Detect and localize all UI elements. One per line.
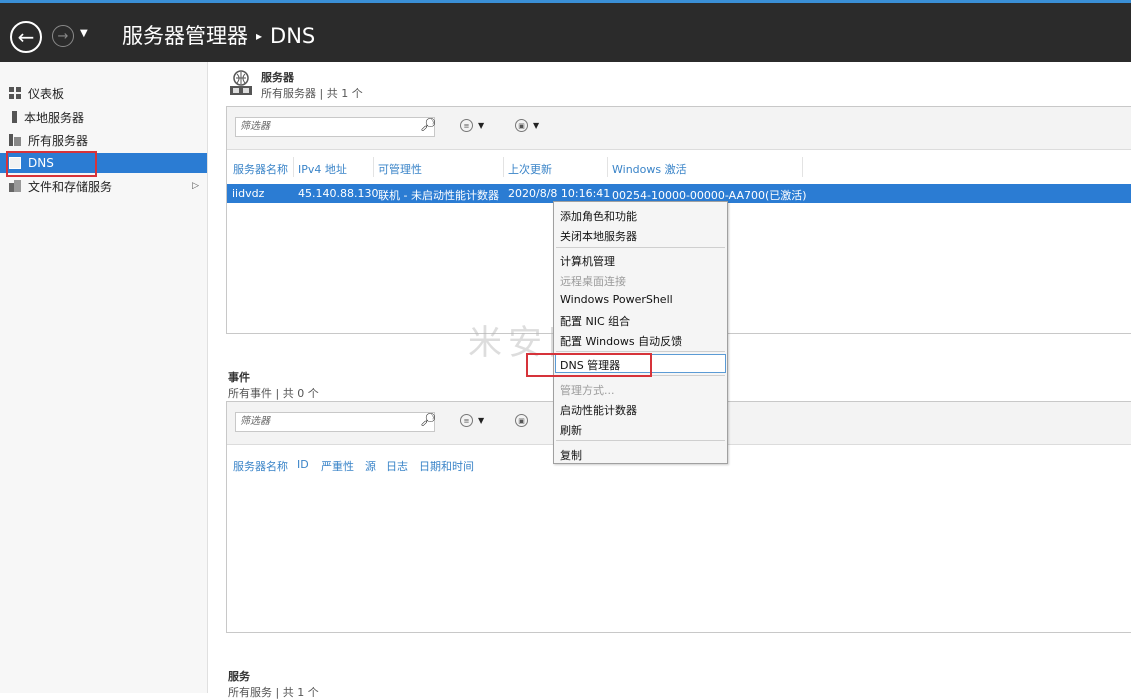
menu-item-start-perf-counters[interactable]: 启动性能计数器 [560,402,637,418]
col-ipv4[interactable]: IPv4 地址 [298,161,347,177]
dns-highlight-box [6,151,97,177]
save-icon: ▣ [515,414,528,427]
breadcrumb-current: DNS [270,24,316,48]
cell-last-update: 2020/8/8 10:16:41 [508,187,611,200]
col-server-name[interactable]: 服务器名称 [233,161,288,177]
save-query-button[interactable]: ▣ [515,413,528,427]
search-icon[interactable]: 🔍︎ [420,118,437,133]
col-source[interactable]: 源 [365,458,376,474]
title-accent-line [0,0,1131,3]
menu-item-powershell[interactable]: Windows PowerShell [560,293,673,306]
sidebar-item-all-servers[interactable]: 所有服务器 [0,130,207,150]
list-icon: ≡ [460,119,473,132]
menu-item-manage-as: 管理方式... [560,384,615,397]
sidebar-item-label: 本地服务器 [24,110,85,125]
forward-arrow-icon[interactable]: → [52,25,74,47]
menu-item-computer-management[interactable]: 计算机管理 [560,253,615,269]
events-subtitle: 所有事件 | 共 0 个 [228,387,319,400]
list-icon: ≡ [460,414,473,427]
col-server-name[interactable]: 服务器名称 [233,458,288,474]
menu-item-nic-teaming[interactable]: 配置 NIC 组合 [560,313,630,329]
menu-item-shutdown-server[interactable]: 关闭本地服务器 [560,228,637,244]
menu-item-copy[interactable]: 复制 [560,447,582,463]
servers-filter-input[interactable]: 筛选器 [235,117,435,137]
col-datetime[interactable]: 日期和时间 [419,458,474,474]
save-query-button[interactable]: ▣ ▼ [515,118,539,132]
services-title: 服务 [228,670,250,683]
server-group-icon [230,70,252,95]
menu-item-remote-desktop: 远程桌面连接 [560,275,626,288]
chevron-down-icon: ▼ [478,121,485,130]
services-subtitle: 所有服务 | 共 1 个 [228,686,319,699]
save-icon: ▣ [515,119,528,132]
col-activation[interactable]: Windows 激活 [612,161,687,177]
events-title: 事件 [228,371,250,384]
list-options-button[interactable]: ≡ ▼ [460,118,484,132]
search-icon[interactable]: 🔍︎ [420,413,437,428]
sidebar-item-label: 所有服务器 [28,133,89,148]
menu-item-windows-feedback[interactable]: 配置 Windows 自动反馈 [560,333,682,349]
menu-item-refresh[interactable]: 刷新 [560,422,582,438]
title-bar: ← → ▼ 服务器管理器 ▸ DNS [0,0,1131,62]
col-id[interactable]: ID [297,458,309,471]
dns-manager-highlight-box [526,353,652,377]
sidebar-item-label: 文件和存储服务 [28,179,113,194]
sidebar-item-label: 仪表板 [28,86,65,101]
cell-manageability: 联机 - 未启动性能计数器 [378,189,499,202]
services-header: 服务 所有服务 | 共 1 个 [228,668,319,700]
servers-title: 服务器 [261,71,294,84]
dashboard-icon [9,87,21,99]
back-arrow-icon[interactable]: ← [10,21,42,53]
menu-item-add-roles[interactable]: 添加角色和功能 [560,208,637,224]
all-servers-icon [9,134,21,146]
servers-header: 服务器 所有服务器 | 共 1 个 [261,69,363,101]
servers-toolbar: 筛选器 🔍︎ ≡ ▼ ▣ ▼ [227,107,1131,150]
breadcrumb-separator: ▸ [256,29,263,43]
context-menu: 添加角色和功能 关闭本地服务器 计算机管理 远程桌面连接 Windows Pow… [553,201,728,464]
cell-ipv4: 45.140.88.130 [298,187,379,200]
col-last-update[interactable]: 上次更新 [508,161,552,177]
cell-server-name: iidvdz [232,187,265,200]
sidebar-item-file-storage[interactable]: 文件和存储服务 ▷ [0,176,207,196]
chevron-down-icon: ▼ [478,416,485,425]
col-severity[interactable]: 严重性 [321,458,354,474]
chevron-down-icon: ▼ [533,121,540,130]
col-log[interactable]: 日志 [386,458,408,474]
local-server-icon [12,111,17,123]
breadcrumb-root[interactable]: 服务器管理器 [122,24,248,48]
breadcrumb: 服务器管理器 ▸ DNS [122,20,315,50]
file-storage-icon [9,180,21,192]
sidebar-item-local-server[interactable]: 本地服务器 [0,107,207,127]
history-dropdown-icon[interactable]: ▼ [80,28,88,39]
servers-column-headers: 服务器名称 IPv4 地址 可管理性 上次更新 Windows 激活 [227,157,1131,177]
events-filter-input[interactable]: 筛选器 [235,412,435,432]
chevron-right-icon[interactable]: ▷ [192,181,199,191]
list-options-button[interactable]: ≡ ▼ [460,413,484,427]
servers-subtitle: 所有服务器 | 共 1 个 [261,87,363,100]
col-manageability[interactable]: 可管理性 [378,161,422,177]
events-header: 事件 所有事件 | 共 0 个 [228,369,319,401]
sidebar-item-dashboard[interactable]: 仪表板 [0,83,207,103]
